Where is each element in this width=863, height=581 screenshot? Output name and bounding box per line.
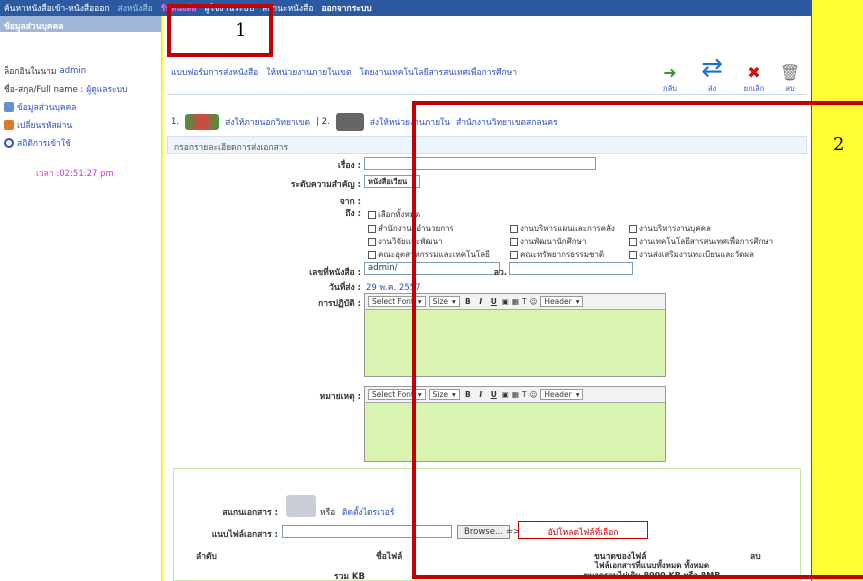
send-icon: ⇄ <box>701 53 723 83</box>
left-sidebar: ข้อมูลส่วนบุคคล ล็อกอินในนาม admin ชื่อ-… <box>0 16 162 581</box>
date-label: วันที่ส่ง : <box>329 283 361 293</box>
fullname-value: ผู้ดูแลระบบ <box>86 85 128 95</box>
sidebar-item-statistics[interactable]: สถิติการเข้าใช้ <box>0 134 161 152</box>
to-label: ถึง : <box>345 209 361 219</box>
login-user: admin <box>59 66 87 76</box>
sidebar-header: ข้อมูลส่วนบุคคล <box>0 16 161 32</box>
login-info: ล็อกอินในนาม admin <box>4 66 87 77</box>
cancel-icon: ✖ <box>747 62 761 82</box>
send-button[interactable]: ⇄ ส่ง <box>695 53 729 95</box>
nav-send-document[interactable]: ส่งหนังสือ <box>118 1 153 15</box>
subject-label: เรื่อง : <box>337 161 361 171</box>
back-button[interactable]: ➜ กลับ <box>659 61 681 95</box>
form-breadcrumb: แบบฟอร์มการส่งหนังสือ ให้หน่วยงานภายในเข… <box>171 65 517 79</box>
priority-label: ระดับความสำคัญ : <box>290 180 361 190</box>
action-label: การปฏิบัติ : <box>318 299 361 309</box>
building-icon <box>335 113 364 131</box>
external-icon <box>185 114 220 130</box>
clock-display: เวลา :02:51:27 pm <box>36 169 114 179</box>
scan-label: สแกนเอกสาร : <box>222 508 278 518</box>
key-icon <box>4 120 14 130</box>
annotation-label-1: 1 <box>235 20 247 41</box>
fullname-info: ชื่อ-สกุล/Full name : ผู้ดูแลระบบ <box>0 80 161 98</box>
annotation-box-2 <box>412 101 863 579</box>
nav-search-documents[interactable]: ค้นหาหนังสือเข้า-หนังสือออก <box>4 1 110 15</box>
cancel-button[interactable]: ✖ ยกเลิก <box>743 61 765 95</box>
annotation-box-1 <box>167 4 273 57</box>
scanner-icon[interactable] <box>286 495 316 517</box>
nav-logout[interactable]: ออกจากระบบ <box>321 1 371 15</box>
trash-icon: 🗑 <box>779 62 801 82</box>
docno-label: เลขที่หนังสือ : <box>309 268 361 278</box>
tab-send-form[interactable]: แบบฟอร์มการส่งหนังสือ <box>171 65 258 79</box>
total-size: รวม KB <box>334 572 365 581</box>
attach-label: แนบไฟล์เอกสาร : <box>211 530 278 540</box>
step-external[interactable]: ส่งให้ภายนอกวิทยาเขต <box>225 115 310 129</box>
note-label: หมายเหตุ : <box>319 392 361 402</box>
tab-it-dept[interactable]: โดยงานเทคโนโลยีสารสนเทศเพื่อการศึกษา <box>359 65 517 79</box>
tab-internal[interactable]: ให้หน่วยงานภายในเขต <box>266 65 351 79</box>
annotation-label-2: 2 <box>833 134 845 155</box>
sidebar-item-change-password[interactable]: เปลี่ยนรหัสผ่าน <box>0 116 161 134</box>
delete-button[interactable]: 🗑 ลบ <box>779 61 801 95</box>
user-icon <box>4 102 14 112</box>
back-arrow-icon: ➜ <box>663 62 677 82</box>
install-driver-link[interactable]: ติดตั้งไดรเวอร์ <box>342 505 394 519</box>
divider <box>167 94 807 95</box>
action-toolbar: ➜ กลับ ⇄ ส่ง ✖ ยกเลิก 🗑 ลบ <box>659 53 801 95</box>
clock-icon <box>4 138 14 148</box>
top-nav-bar: ค้นหาหนังสือเข้า-หนังสือออก ส่งหนังสือ ร… <box>0 0 811 16</box>
sidebar-item-profile[interactable]: ข้อมูลส่วนบุคคล <box>0 98 161 116</box>
